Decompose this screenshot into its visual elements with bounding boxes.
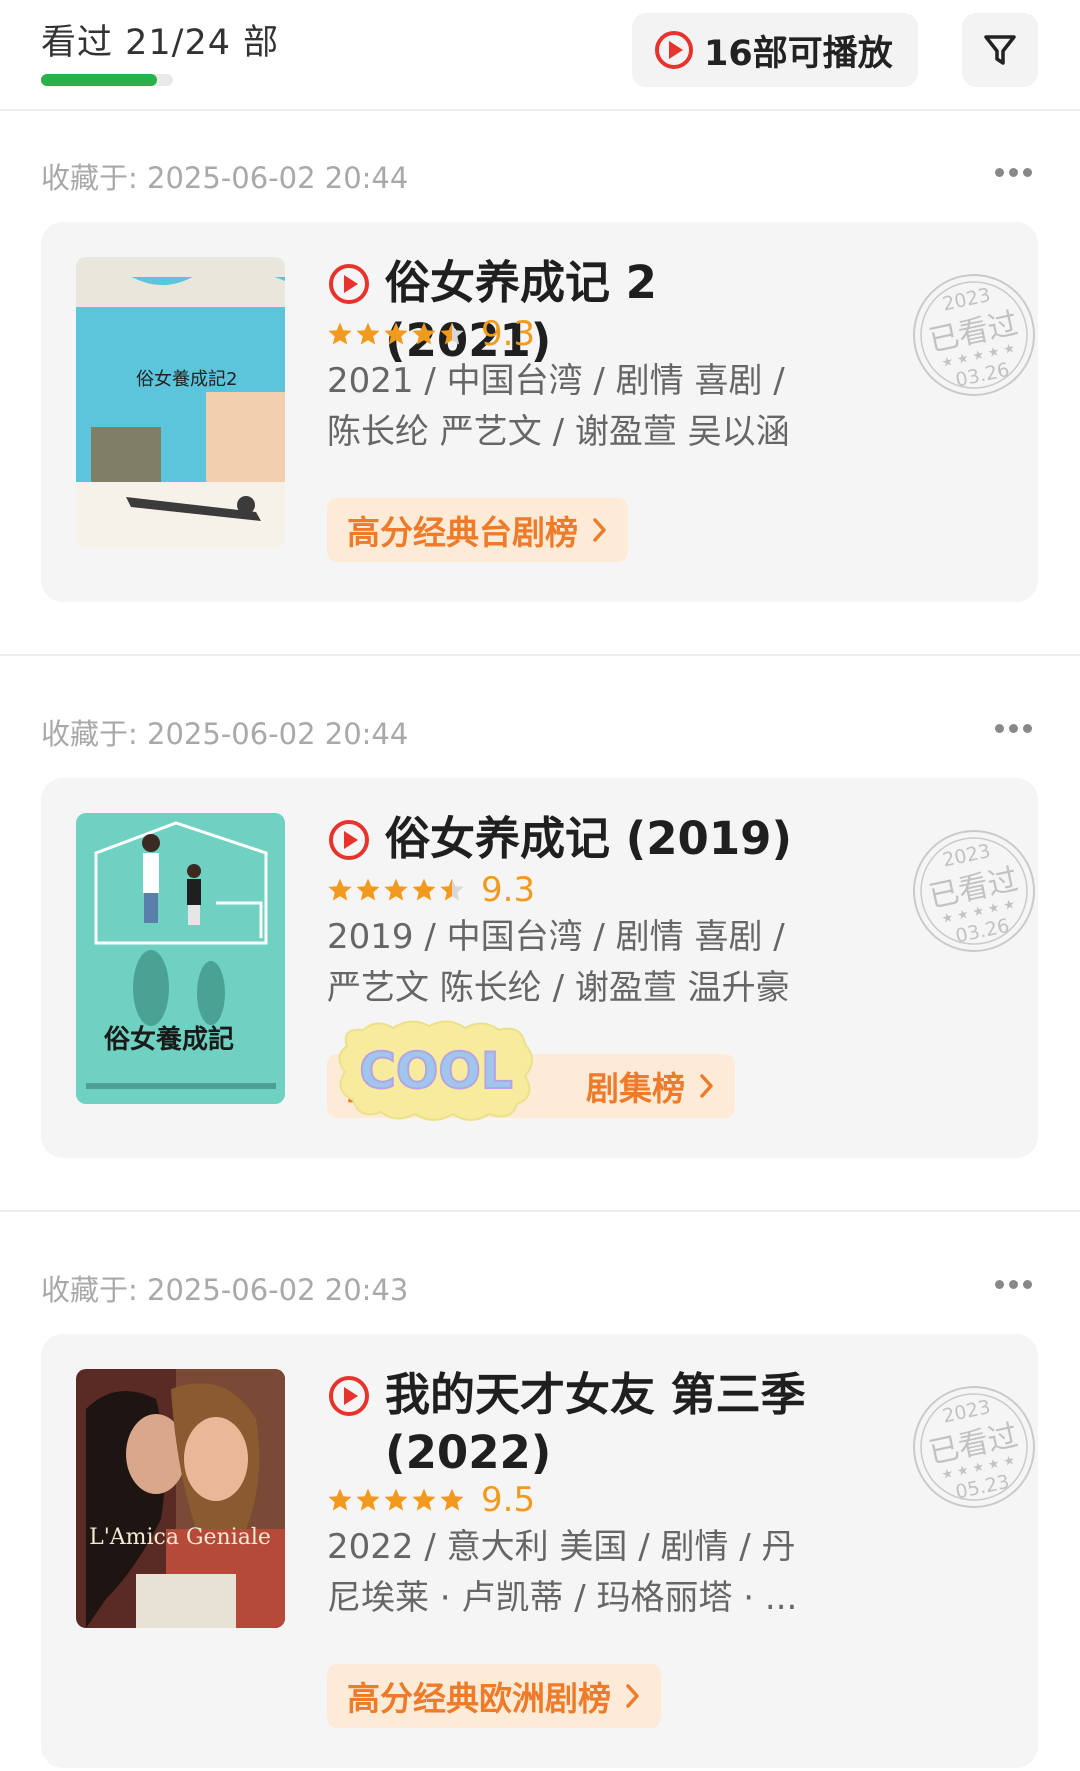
- more-options-button[interactable]: [995, 168, 1032, 177]
- divider: [0, 1210, 1080, 1212]
- rating: 9.3: [327, 870, 535, 910]
- play-circle-icon: [329, 820, 369, 860]
- ranking-chip-label: 高分经典台剧榜: [347, 513, 578, 552]
- favorite-card[interactable]: L'Amica Geniale 我的天才女友 第三季 (2022) 9.5 20…: [41, 1334, 1038, 1768]
- ranking-chip[interactable]: 高分经典欧洲剧榜: [327, 1664, 661, 1728]
- score: 9.3: [481, 314, 536, 354]
- cool-sticker: COOL: [338, 1020, 533, 1121]
- divider: [0, 654, 1080, 656]
- star-icon: [440, 1488, 464, 1511]
- star-icon: [412, 878, 436, 901]
- rating: 9.5: [327, 1480, 535, 1520]
- poster-title-text: 俗女養成記2: [136, 369, 237, 390]
- ranking-chip[interactable]: 高分经典台剧榜: [327, 498, 628, 562]
- meta-info: 2022 / 意大利 美国 / 剧情 / 丹 尼埃莱 · 卢凯蒂 / 玛格丽塔 …: [327, 1522, 827, 1624]
- star-rating: [327, 321, 465, 347]
- watched-stamp: 2023 已看过 ★ ★ ★ ★ ★ 03.26: [913, 830, 1035, 952]
- star-icon: [440, 878, 464, 901]
- saved-time: 收藏于: 2025-06-02 20:44: [41, 717, 409, 751]
- watched-progress-fill: [41, 74, 157, 86]
- meta-info: 2021 / 中国台湾 / 剧情 喜剧 / 陈长纶 严艺文 / 谢盈萱 吴以涵: [327, 356, 827, 458]
- more-options-button[interactable]: [995, 724, 1032, 733]
- meta-info: 2019 / 中国台湾 / 剧情 喜剧 / 严艺文 陈长纶 / 谢盈萱 温升豪: [327, 912, 827, 1014]
- score: 9.5: [481, 1480, 536, 1520]
- meta-line: 陈长纶 严艺文 / 谢盈萱 吴以涵: [327, 412, 790, 452]
- rating: 9.3: [327, 314, 535, 354]
- watched-progress-bar: [41, 74, 173, 86]
- title[interactable]: 俗女养成记 (2019): [385, 810, 825, 868]
- top-bar: 看过 21/24 部 16部可播放: [0, 0, 1080, 111]
- playable-count-label: 16部可播放: [704, 33, 893, 74]
- more-options-button[interactable]: [995, 1280, 1032, 1289]
- star-icon: [384, 878, 408, 901]
- play-circle-icon: [655, 31, 693, 69]
- star-icon: [328, 878, 352, 901]
- ranking-chip-label-suffix: 剧集榜: [586, 1069, 685, 1108]
- poster-title-text: L'Amica Geniale: [89, 1525, 271, 1550]
- poster-title-text: 俗女養成記: [104, 1024, 234, 1055]
- star-icon: [356, 878, 380, 901]
- star-icon: [356, 322, 380, 345]
- star-rating: [327, 1487, 465, 1513]
- watched-stamp: 2023 已看过 ★ ★ ★ ★ ★ 05.23: [913, 1386, 1035, 1508]
- ranking-chip-label: 高分经典欧洲剧榜: [347, 1679, 611, 1718]
- filter-icon: [984, 35, 1016, 65]
- score: 9.3: [481, 870, 536, 910]
- meta-line: 尼埃莱 · 卢凯蒂 / 玛格丽塔 · ...: [327, 1578, 798, 1618]
- meta-line: 严艺文 陈长纶 / 谢盈萱 温升豪: [327, 968, 790, 1008]
- poster-image[interactable]: 俗女養成記: [76, 813, 285, 1104]
- filter-button[interactable]: [962, 13, 1038, 87]
- saved-time: 收藏于: 2025-06-02 20:43: [41, 1273, 409, 1307]
- watched-count: 看过 21/24 部: [41, 23, 280, 63]
- star-icon: [328, 322, 352, 345]
- star-icon: [328, 1488, 352, 1511]
- favorite-card[interactable]: 俗女養成記2 俗女养成记 2 (2021) 9.3 2021 / 中国台湾 / …: [41, 222, 1038, 602]
- title[interactable]: 我的天才女友 第三季 (2022): [385, 1366, 825, 1482]
- star-icon: [384, 322, 408, 345]
- chevron-right-icon: [626, 1684, 639, 1708]
- watched-stamp: 2023 已看过 ★ ★ ★ ★ ★ 03.26: [913, 274, 1035, 396]
- meta-line: 2019 / 中国台湾 / 剧情 喜剧 /: [327, 917, 785, 957]
- favorite-card[interactable]: 俗女養成記 俗女养成记 (2019) 9.3 2019 / 中国台湾 / 剧情 …: [41, 778, 1038, 1158]
- play-circle-icon: [329, 264, 369, 304]
- meta-line: 2021 / 中国台湾 / 剧情 喜剧 /: [327, 361, 785, 401]
- star-icon: [412, 1488, 436, 1511]
- star-icon: [356, 1488, 380, 1511]
- star-icon: [440, 322, 464, 345]
- sticker-text: COOL: [359, 1042, 513, 1100]
- star-icon: [412, 322, 436, 345]
- star-rating: [327, 877, 465, 903]
- meta-line: 2022 / 意大利 美国 / 剧情 / 丹: [327, 1527, 796, 1567]
- playable-filter-button[interactable]: 16部可播放: [632, 13, 918, 87]
- poster-image[interactable]: 俗女養成記2: [76, 257, 285, 548]
- play-circle-icon: [329, 1376, 369, 1416]
- chevron-right-icon: [700, 1074, 713, 1098]
- star-icon: [384, 1488, 408, 1511]
- chevron-right-icon: [593, 518, 606, 542]
- saved-time: 收藏于: 2025-06-02 20:44: [41, 161, 409, 195]
- poster-image[interactable]: L'Amica Geniale: [76, 1369, 285, 1628]
